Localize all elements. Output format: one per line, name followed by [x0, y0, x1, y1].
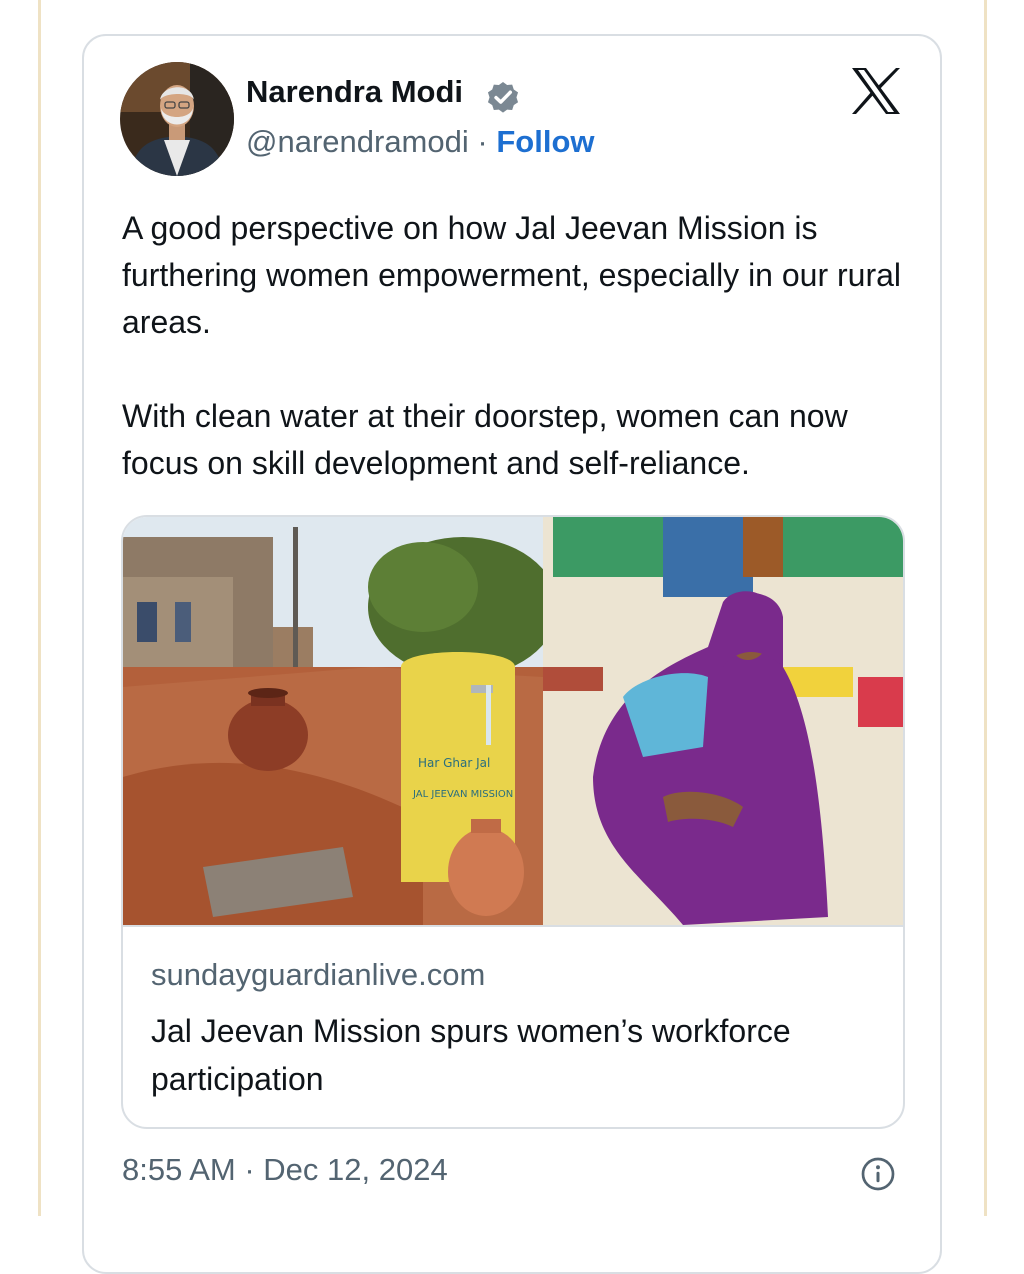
info-icon[interactable] — [860, 1156, 896, 1192]
verified-badge-icon — [487, 81, 519, 113]
svg-text:Har Ghar Jal: Har Ghar Jal — [418, 756, 490, 770]
tweet-text: A good perspective on how Jal Jeevan Mis… — [122, 205, 922, 487]
svg-text:JAL JEEVAN MISSION: JAL JEEVAN MISSION — [412, 789, 513, 800]
avatar-photo — [120, 62, 234, 176]
tweet-paragraph: With clean water at their doorstep, wome… — [122, 398, 848, 481]
avatar[interactable] — [120, 62, 234, 176]
handle-row: @narendramodi · Follow — [246, 124, 595, 160]
follow-button[interactable]: Follow — [496, 124, 594, 159]
x-logo-icon[interactable] — [850, 66, 902, 116]
article-photo: Har Ghar Jal JAL JEEVAN MISSION — [123, 517, 903, 925]
frame-border-left — [38, 0, 41, 1216]
frame-border-right — [984, 0, 987, 1216]
tweet-paragraph: A good perspective on how Jal Jeevan Mis… — [122, 210, 902, 340]
link-title: Jal Jeevan Mission spurs women’s workfor… — [151, 1013, 791, 1097]
link-card-divider — [123, 925, 903, 927]
author-handle[interactable]: @narendramodi — [246, 124, 469, 159]
link-preview-card[interactable]: Har Ghar Jal JAL JEEVAN MISSION sundaygu… — [121, 515, 905, 1129]
author-name[interactable]: Narendra Modi — [246, 74, 463, 110]
tweet-timestamp[interactable]: 8:55 AM · Dec 12, 2024 — [122, 1152, 448, 1188]
link-domain: sundayguardianlive.com — [151, 957, 486, 992]
handle-separator: · — [477, 124, 488, 159]
